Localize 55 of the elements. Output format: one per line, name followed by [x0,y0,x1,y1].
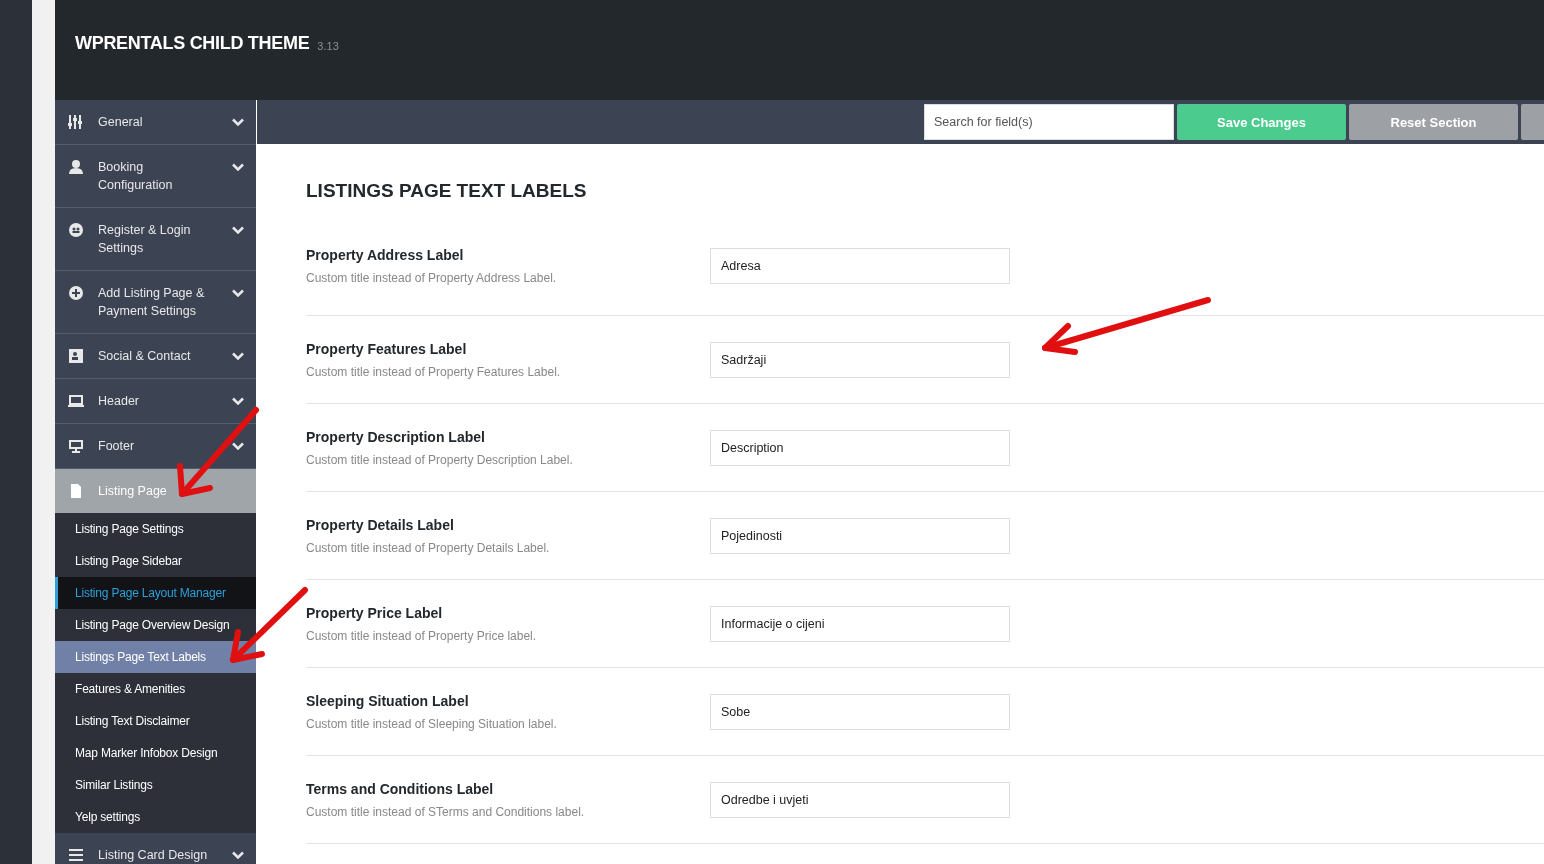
field-label: Property Price Label [306,604,444,621]
submenu-item[interactable]: Yelp settings [55,801,256,833]
chevron-down-icon [232,289,244,297]
field-label: Property Address Label [306,246,465,263]
field-label: Property Features Label [306,340,468,357]
field-description: Custom title instead of Property Details Label. [306,540,551,555]
chevron-down-icon [232,851,244,859]
chevron-down-icon [232,442,244,450]
field-label: Sleeping Situation Label [306,692,470,709]
field-description: Custom title instead of Property Features Label. [306,364,562,379]
input-field[interactable]: Pojedinosti [710,517,1010,554]
field-description: Custom title instead of Sleeping Situation label. [306,716,558,731]
laptop-icon [68,393,84,409]
sidebar-item[interactable]: Header [55,379,256,424]
submenu-item[interactable]: Listing Page Overview Design [55,609,256,641]
submenu-item[interactable]: Listings Page Text Labels [55,641,256,673]
chevron-down-icon [232,352,244,360]
input-field[interactable]: Sobe [710,693,1010,730]
sidebar-item[interactable]: Social & Contact [55,334,256,379]
field-description: Custom title instead of STerms and Conditions label. [306,804,586,819]
section-title: LISTINGS PAGE TEXT LABELS [306,180,588,202]
input-field[interactable]: Sadržaji [710,341,1010,378]
field-label: Terms and Conditions Label [306,780,495,797]
sliders-icon [68,114,84,130]
field-label: Property Description Label [306,428,486,445]
input-field[interactable]: Odredbe i uvjeti [710,781,1010,818]
submenu-item[interactable]: Features & Amenities [55,673,256,705]
submenu-item[interactable]: Map Marker Infobox Design [55,737,256,769]
toolbar-button[interactable] [1521,104,1544,140]
input-field[interactable]: Description [710,429,1010,466]
chevron-down-icon [232,118,244,126]
submenu-item[interactable]: Listing Page Layout Manager [55,577,256,609]
submenu-item[interactable]: Listing Text Disclaimer [55,705,256,737]
menu-icon [68,847,84,863]
chevron-down-icon [232,397,244,405]
plus-circle-icon [68,285,84,301]
submenu-item[interactable]: Listing Page Sidebar [55,545,256,577]
theme-title: WPRENTALS CHILD THEME [75,32,310,54]
submenu-item[interactable]: Similar Listings [55,769,256,801]
field-description: Custom title instead of Property Description Label. [306,452,574,467]
theme-version: 3.13 [317,40,339,52]
person-icon [68,159,84,175]
input-field[interactable]: Adresa [710,247,1010,284]
monitor-icon [68,438,84,454]
submenu-item[interactable]: Listing Page Settings [55,513,256,545]
file-icon [68,483,84,499]
field-label: Property Details Label [306,516,455,533]
search-field[interactable]: Search for field(s) [924,104,1174,140]
field-description: Custom title instead of Property Price label. [306,628,538,643]
group-icon [68,222,84,238]
chevron-down-icon [232,226,244,234]
input-field[interactable]: Informacije o cijeni [710,605,1010,642]
field-description: Custom title instead of Property Address Label. [306,270,558,285]
chevron-down-icon [232,163,244,171]
contact-card-icon [68,348,84,364]
